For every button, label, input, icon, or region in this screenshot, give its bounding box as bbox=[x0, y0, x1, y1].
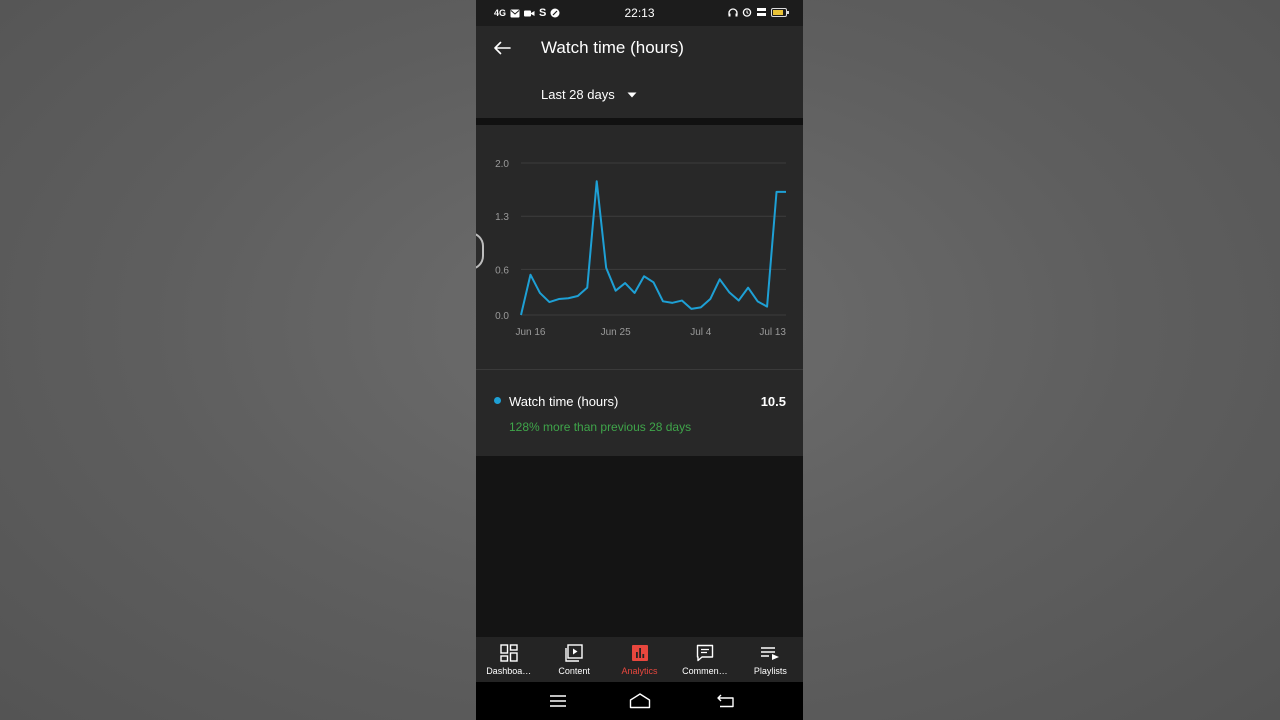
headphones-icon bbox=[728, 7, 738, 16]
x-tick-label: Jul 13 bbox=[759, 327, 786, 338]
y-tick-label: 1.3 bbox=[495, 212, 509, 223]
nav-item-dashboard[interactable]: Dashboa… bbox=[476, 637, 541, 682]
nav-item-analytics[interactable]: Analytics bbox=[607, 637, 672, 682]
home-icon bbox=[629, 693, 651, 709]
phone-screen: 4G S 22:13 Watch time (hours) Last 28 da… bbox=[476, 0, 803, 720]
content-icon bbox=[565, 644, 583, 662]
metric-value: 10.5 bbox=[760, 394, 786, 409]
volte-icon bbox=[757, 8, 766, 16]
dashboard-icon bbox=[500, 644, 518, 662]
arrow-left-icon bbox=[494, 41, 511, 55]
back-button[interactable] bbox=[490, 36, 514, 60]
series-color-dot bbox=[494, 397, 501, 404]
header-shadow bbox=[476, 118, 803, 125]
y-tick-label: 2.0 bbox=[495, 159, 509, 170]
period-label: Last 28 days bbox=[541, 87, 615, 102]
bottom-nav: Dashboa… Content Analytics Commen… Playl… bbox=[476, 637, 803, 682]
nav-label-comments: Commen… bbox=[682, 666, 728, 676]
metric-change: 128% more than previous 28 days bbox=[509, 420, 692, 434]
nav-label-content: Content bbox=[558, 666, 590, 676]
nav-item-comments[interactable]: Commen… bbox=[672, 637, 737, 682]
series-line-watch-time bbox=[520, 180, 786, 316]
page-title: Watch time (hours) bbox=[541, 38, 684, 57]
comments-icon bbox=[696, 644, 714, 662]
home-button[interactable] bbox=[628, 690, 652, 712]
x-tick-label: Jun 16 bbox=[515, 327, 545, 338]
recent-apps-button[interactable] bbox=[546, 690, 570, 712]
return-icon bbox=[717, 694, 734, 708]
playlists-icon bbox=[761, 647, 780, 660]
battery-icon bbox=[771, 7, 789, 17]
back-system-button[interactable] bbox=[714, 690, 738, 712]
alarm-icon bbox=[742, 8, 752, 17]
watch-time-chart: 0.0 0.6 1.3 2.0 Jun 16 Jun 25 Jul 4 Jul 13 bbox=[495, 159, 786, 338]
nav-item-content[interactable]: Content bbox=[541, 637, 606, 682]
menu-icon bbox=[550, 695, 566, 707]
status-bar: 4G S 22:13 bbox=[476, 0, 803, 26]
x-tick-label: Jul 4 bbox=[690, 327, 712, 338]
nav-item-playlists[interactable]: Playlists bbox=[738, 637, 803, 682]
metric-label: Watch time (hours) bbox=[509, 394, 619, 409]
y-tick-label: 0.6 bbox=[495, 265, 509, 276]
y-tick-label: 0.0 bbox=[495, 311, 509, 322]
caret-down-icon bbox=[627, 92, 637, 97]
analytics-icon bbox=[631, 645, 648, 661]
system-nav-bar bbox=[476, 682, 803, 720]
nav-label-playlists: Playlists bbox=[753, 666, 787, 676]
nav-label-analytics: Analytics bbox=[621, 666, 658, 676]
nav-label-dashboard: Dashboa… bbox=[486, 666, 532, 676]
app-header: Watch time (hours) Last 28 days bbox=[476, 26, 803, 118]
period-dropdown[interactable]: Last 28 days bbox=[541, 87, 637, 102]
chart-card: 0.0 0.6 1.3 2.0 Jun 16 Jun 25 Jul 4 Jul 13 bbox=[476, 125, 803, 369]
metric-card[interactable]: Watch time (hours) 10.5 128% more than p… bbox=[476, 370, 803, 456]
x-tick-label: Jun 25 bbox=[601, 327, 631, 338]
status-right-icons bbox=[728, 7, 789, 17]
